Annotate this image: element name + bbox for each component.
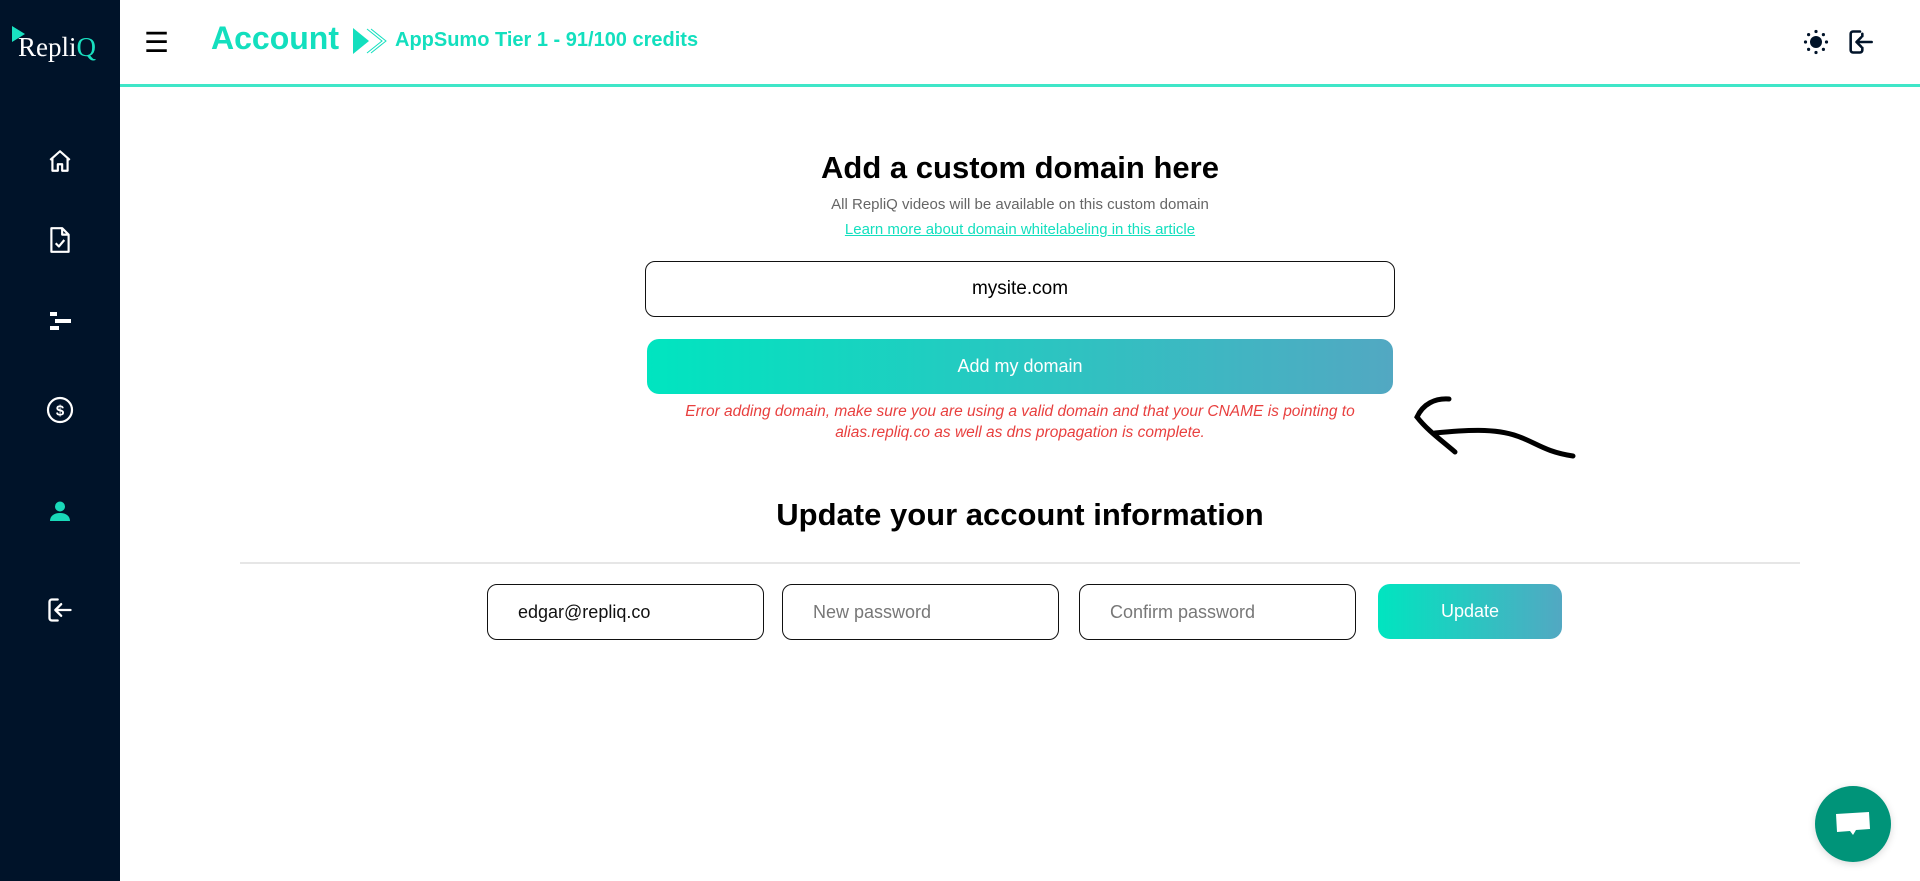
double-play-icon bbox=[353, 28, 387, 54]
hand-drawn-arrow-annotation bbox=[1414, 396, 1576, 459]
domain-error-message: Error adding domain, make sure you are u… bbox=[640, 401, 1400, 443]
svg-text:$: $ bbox=[56, 403, 65, 420]
logout-icon[interactable] bbox=[1846, 28, 1874, 56]
plan-credits: AppSumo Tier 1 - 91/100 credits bbox=[395, 29, 699, 51]
error-line-2: alias.repliq.co as well as dns propagati… bbox=[835, 424, 1205, 441]
timeline-icon[interactable] bbox=[45, 306, 75, 336]
custom-domain-subtitle: All RepliQ videos will be available on t… bbox=[831, 196, 1209, 213]
new-password-field[interactable] bbox=[782, 584, 1059, 640]
header: ☰ Account AppSumo Tier 1 - 91/100 credit… bbox=[120, 0, 1920, 87]
whitelabeling-article-link[interactable]: Learn more about domain whitelabeling in… bbox=[845, 221, 1195, 238]
theme-toggle-sun-icon[interactable] bbox=[1802, 28, 1830, 56]
sidebar: RepliQ $ bbox=[0, 0, 120, 881]
user-icon[interactable] bbox=[45, 496, 75, 526]
hamburger-menu-icon[interactable]: ☰ bbox=[144, 29, 169, 57]
error-line-1: Error adding domain, make sure you are u… bbox=[685, 403, 1355, 420]
page-title: Account bbox=[211, 20, 339, 56]
logo[interactable]: RepliQ bbox=[12, 26, 108, 66]
chat-widget-button[interactable] bbox=[1815, 786, 1891, 862]
dollar-icon[interactable]: $ bbox=[45, 395, 75, 425]
logout-icon[interactable] bbox=[45, 595, 75, 625]
update-button[interactable]: Update bbox=[1378, 584, 1562, 639]
confirm-password-field[interactable] bbox=[1079, 584, 1356, 640]
custom-domain-title: Add a custom domain here bbox=[821, 150, 1219, 185]
home-icon[interactable] bbox=[45, 146, 75, 176]
domain-input[interactable] bbox=[645, 261, 1395, 317]
email-field[interactable] bbox=[487, 584, 764, 640]
account-info-title: Update your account information bbox=[776, 497, 1264, 532]
logo-q: Q bbox=[76, 32, 97, 62]
add-domain-button[interactable]: Add my domain bbox=[647, 339, 1393, 394]
divider bbox=[240, 562, 1800, 564]
logo-text: Repli bbox=[18, 32, 77, 62]
document-check-icon[interactable] bbox=[45, 225, 75, 255]
chat-bubble-icon bbox=[1836, 812, 1870, 835]
